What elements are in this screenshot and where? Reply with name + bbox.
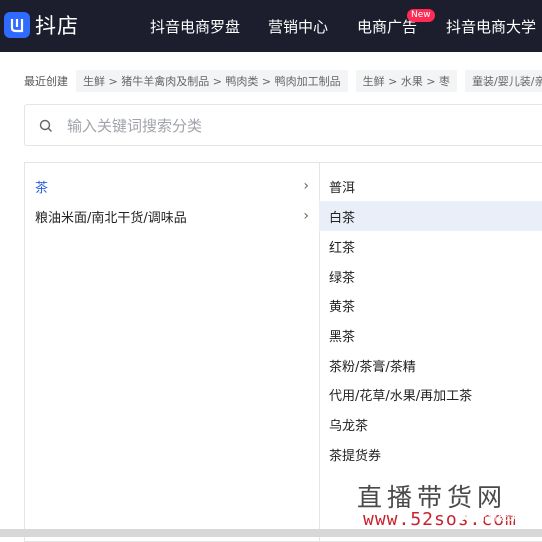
subcategory-item[interactable]: 绿茶	[319, 261, 542, 291]
subcategory-item[interactable]: 茶粉/茶膏/茶精	[319, 350, 542, 380]
subcategory-item[interactable]: 乌龙茶	[319, 409, 542, 439]
subcategory-item-selected[interactable]: 白茶	[319, 201, 542, 231]
nav-ecommerce-university[interactable]: 抖音电商大学	[446, 16, 536, 37]
subcategory-item[interactable]: 黑茶	[319, 320, 542, 350]
new-badge: New	[407, 9, 435, 22]
subcategory-item[interactable]: 黄茶	[319, 290, 542, 320]
subcategory-item[interactable]: 红茶	[319, 231, 542, 261]
logo-icon	[4, 12, 30, 38]
top-navigation-bar: 抖店 抖音电商罗盘 营销中心 电商广告 New 抖音电商大学	[0, 0, 542, 52]
logo[interactable]: 抖店	[4, 10, 79, 40]
category-label: 茶	[35, 180, 49, 196]
nav-compass[interactable]: 抖音电商罗盘	[150, 16, 240, 37]
category-search-box[interactable]	[24, 104, 542, 146]
category-level1-list: 茶 › 粮油米面/南北干货/调味品 ›	[25, 163, 320, 541]
recent-chip[interactable]: 生鲜 > 猪牛羊禽肉及制品 > 鸭肉类 > 鸭肉加工制品	[76, 70, 348, 92]
search-input[interactable]	[65, 115, 529, 137]
subcategory-item[interactable]: 普洱	[319, 171, 542, 201]
recent-created-row: 最近创建 生鲜 > 猪牛羊禽肉及制品 > 鸭肉类 > 鸭肉加工制品 生鲜 > 水…	[24, 70, 542, 92]
search-icon	[39, 118, 53, 137]
nav-marketing-center[interactable]: 营销中心	[268, 16, 328, 37]
category-item-tea[interactable]: 茶 ›	[25, 171, 319, 201]
watermark-secondary: ● 抖商传媒	[456, 502, 542, 528]
recent-label: 最近创建	[24, 75, 68, 88]
recent-chip[interactable]: 生鲜 > 水果 > 枣	[355, 70, 458, 92]
wechat-icon: ●	[456, 508, 467, 522]
recent-chip[interactable]: 童装/婴儿装/亲子	[465, 70, 542, 92]
subcategory-item[interactable]: 代用/花草/水果/再加工茶	[319, 379, 542, 409]
chevron-right-icon: ›	[303, 178, 309, 194]
category-item-grain-oil[interactable]: 粮油米面/南北干货/调味品 ›	[25, 201, 319, 231]
subcategory-item[interactable]: 茶提货券	[319, 439, 542, 469]
watermark-secondary-text: 抖商传媒	[469, 508, 518, 523]
chevron-right-icon: ›	[303, 208, 309, 224]
category-label: 粮油米面/南北干货/调味品	[35, 210, 187, 226]
bottom-strip	[0, 529, 542, 537]
logo-text: 抖店	[35, 14, 79, 38]
